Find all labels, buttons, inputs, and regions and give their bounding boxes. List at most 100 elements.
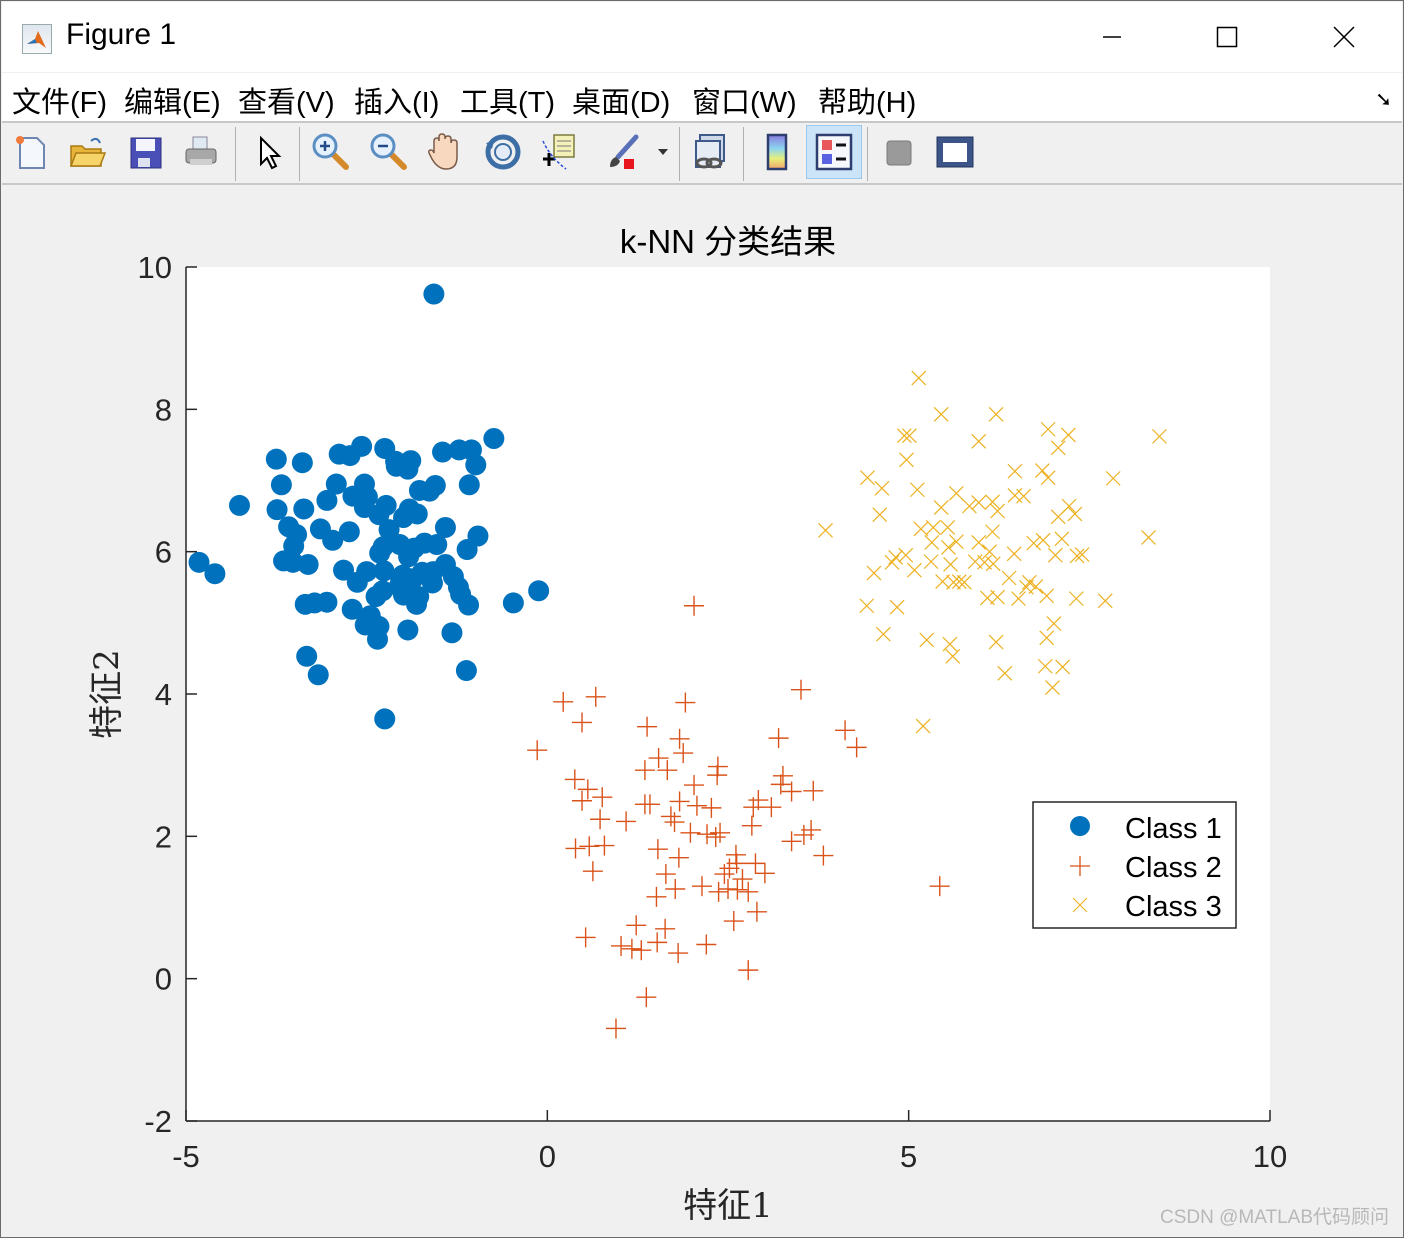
y-axis-label: 特征2 [87,649,127,739]
menu-desktop[interactable]: 桌面(D) [572,79,670,121]
data-point-class-1 [426,534,448,556]
show-tools-icon [936,136,974,168]
maximize-button[interactable] [1197,12,1257,62]
data-point-class-1 [270,474,292,496]
dock-arrow-icon[interactable]: ➘ [1375,87,1392,112]
legend-label-class-3: Class 3 [1125,891,1222,923]
open-file-button[interactable] [64,129,110,175]
colorbar-icon [766,133,788,171]
show-plot-tools-button[interactable] [932,129,978,175]
y-tick-label: 2 [155,819,172,854]
toolbar-separator [679,127,680,181]
menu-tools[interactable]: 工具(T) [460,79,555,121]
data-point-class-1 [307,664,329,686]
data-point-class-1 [465,454,487,476]
menu-help[interactable]: 帮助(H) [818,79,916,121]
y-tick-label: -2 [144,1104,172,1139]
x-axis-label: 特征1 [683,1186,773,1226]
pan-button[interactable] [422,129,468,175]
data-point-class-1 [528,580,550,602]
x-tick-label: 5 [900,1139,917,1174]
toolbar-separator [299,127,300,181]
floppy-disk-icon [130,137,162,169]
y-tick-label: 8 [155,392,172,427]
rotate-icon [485,134,521,170]
x-tick-label: 10 [1253,1139,1287,1174]
minimize-button[interactable] [1082,12,1142,62]
y-tick-label: 10 [138,250,172,285]
data-point-class-1 [291,452,313,474]
data-point-class-1 [297,553,319,575]
chevron-down-icon [658,149,668,155]
title-bar[interactable]: Figure 1 [2,2,1402,72]
data-point-class-1 [293,498,315,520]
x-tick-label: 0 [539,1139,556,1174]
data-point-class-1 [374,708,396,730]
link-plot-button[interactable] [688,129,734,175]
zoom-out-button[interactable] [366,129,412,175]
data-point-class-1 [316,489,338,511]
insert-legend-button[interactable] [806,125,862,179]
figure-window: Figure 1 文件(F) 编辑(E) 查看(V) 插入(I) 工具(T) 桌… [0,0,1404,1238]
legend-label-class-2: Class 2 [1125,852,1222,884]
data-point-class-1 [369,542,391,564]
new-file-icon [16,136,45,169]
data-point-class-1 [385,455,407,477]
zoom-in-button[interactable] [308,129,354,175]
brush-icon [610,134,639,169]
data-point-class-1 [502,592,524,614]
data-point-class-1 [294,593,316,615]
matlab-logo-icon [22,24,52,54]
close-button[interactable] [1314,12,1374,62]
data-point-class-1 [265,448,287,470]
new-figure-button[interactable] [8,129,54,175]
menu-window[interactable]: 窗口(W) [692,79,797,121]
rotate-3d-button[interactable] [480,129,526,175]
x-tick-label: -5 [172,1139,200,1174]
data-point-class-1 [316,591,338,613]
legend[interactable]: Class 1 Class 2 Class 3 [1032,801,1237,929]
legend-icon [815,133,853,171]
data-point-class-1 [204,563,226,585]
brush-button[interactable] [600,129,646,175]
data-point-class-1 [419,480,441,502]
folder-open-icon [69,137,107,167]
plot-area [186,267,1270,1121]
chart-title: k-NN 分类结果 [620,223,836,260]
data-cursor-button[interactable] [536,129,582,175]
printer-icon [185,136,217,165]
edit-plot-button[interactable] [246,129,292,175]
pointer-arrow-icon [260,135,282,170]
zoom-in-icon [312,133,349,170]
save-button[interactable] [122,129,168,175]
y-tick-label: 6 [155,535,172,570]
hide-plot-tools-button[interactable] [876,129,922,175]
window-title: Figure 1 [66,18,177,51]
data-point-class-1 [228,494,250,516]
data-point-class-1 [432,441,454,463]
menu-insert[interactable]: 插入(I) [354,79,439,121]
toolbar-separator [235,127,236,181]
data-point-class-1 [346,571,368,593]
menu-view[interactable]: 查看(V) [238,79,335,121]
data-point-class-1 [322,529,344,551]
legend-label-class-1: Class 1 [1125,813,1222,845]
toolbar-separator [743,127,744,181]
hand-icon [428,133,458,170]
menu-file[interactable]: 文件(F) [12,79,107,121]
insert-colorbar-button[interactable] [754,129,800,175]
data-point-class-1 [423,283,445,305]
figure-toolbar [2,123,1402,185]
toolbar-separator [867,127,868,181]
menu-edit[interactable]: 编辑(E) [124,79,221,121]
watermark: CSDN @MATLAB代码顾问 [1159,1207,1389,1228]
data-tip-icon [542,134,575,170]
data-point-class-1 [266,499,288,521]
print-button[interactable] [178,129,224,175]
data-point-class-1 [296,645,318,667]
menu-bar: 文件(F) 编辑(E) 查看(V) 插入(I) 工具(T) 桌面(D) 窗口(W… [2,73,1402,123]
data-point-class-1 [397,619,419,641]
link-icon [695,134,725,169]
legend-marker-class-1 [1070,816,1090,836]
brush-dropdown[interactable] [652,129,674,175]
